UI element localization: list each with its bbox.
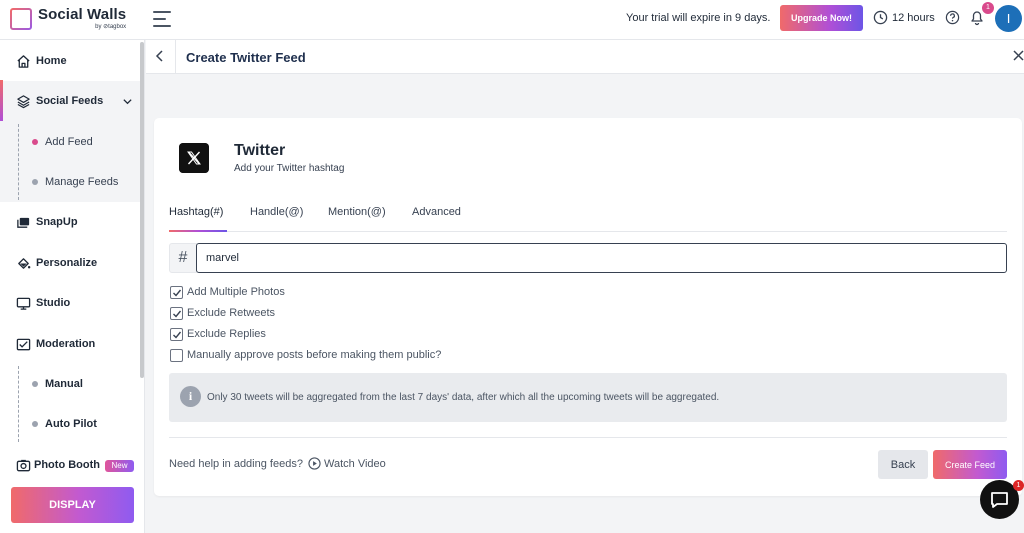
hashtag-input[interactable]	[196, 243, 1007, 273]
platform-subtitle: Add your Twitter hashtag	[234, 163, 345, 174]
home-icon	[17, 54, 30, 68]
app-name: Social Walls	[38, 6, 127, 23]
play-circle-icon[interactable]	[308, 457, 321, 470]
chevron-left-icon[interactable]	[153, 49, 167, 63]
checkbox-label: Manually approve posts before making the…	[187, 349, 442, 361]
sidebar-item-personalize[interactable]: Personalize	[0, 243, 140, 283]
page-title: Create Twitter Feed	[186, 50, 306, 65]
checkbox-exclude-replies[interactable]	[170, 328, 183, 341]
tab-advanced[interactable]: Advanced	[412, 206, 461, 218]
tabs-divider	[169, 231, 1007, 232]
checkbox-label: Add Multiple Photos	[187, 286, 285, 298]
platform-name: Twitter	[234, 142, 286, 159]
sidebar-item-label: Add Feed	[45, 136, 93, 148]
menu-toggle-icon[interactable]	[153, 9, 173, 29]
chevron-down-icon	[123, 98, 132, 104]
sidebar-item-add-feed[interactable]: Add Feed	[0, 122, 140, 162]
checkmark-icon	[173, 289, 182, 297]
display-button[interactable]: DISPLAY	[11, 487, 134, 523]
monitor-icon	[16, 297, 31, 310]
hash-prefix: #	[169, 243, 197, 273]
checkmark-icon	[173, 310, 182, 318]
clock-icon	[873, 10, 888, 25]
tab-handle[interactable]: Handle(@)	[250, 206, 303, 218]
hours-remaining: 12 hours	[892, 12, 935, 24]
checkbox-manual-approve[interactable]	[170, 349, 183, 362]
upgrade-button[interactable]: Upgrade Now!	[780, 5, 863, 31]
sidebar-item-home[interactable]: Home	[0, 41, 140, 81]
watch-video-link[interactable]: Watch Video	[324, 458, 386, 470]
sidebar-item-label: Auto Pilot	[45, 418, 97, 430]
active-tab-underline	[169, 230, 227, 232]
sidebar-item-label: Manual	[45, 378, 83, 390]
sidebar-item-auto-pilot[interactable]: Auto Pilot	[0, 404, 140, 444]
info-note-text: Only 30 tweets will be aggregated from t…	[207, 392, 720, 403]
help-text: Need help in adding feeds?	[169, 458, 303, 470]
tab-mention[interactable]: Mention(@)	[328, 206, 386, 218]
dot-icon	[32, 381, 38, 387]
sidebar-item-label: Photo Booth	[34, 459, 100, 471]
dot-icon	[32, 421, 38, 427]
sidebar-item-studio[interactable]: Studio	[0, 283, 140, 323]
sidebar-item-label: Personalize	[36, 257, 98, 269]
sidebar-item-social-feeds[interactable]: Social Feeds	[0, 81, 140, 121]
feed-form-card	[154, 118, 1022, 496]
sidebar-item-manual[interactable]: Manual	[0, 364, 140, 404]
active-dot-icon	[32, 139, 38, 145]
sidebar-scrollbar[interactable]	[140, 42, 144, 378]
social-walls-logo-icon	[10, 8, 32, 30]
sidebar-item-label: Home	[36, 55, 67, 67]
camera-icon	[16, 459, 31, 471]
close-icon[interactable]	[1013, 50, 1024, 61]
sidebar-item-label: SnapUp	[36, 216, 78, 228]
create-feed-button[interactable]: Create Feed	[933, 450, 1007, 479]
back-button[interactable]: Back	[878, 450, 928, 479]
checkmark-icon	[173, 331, 182, 339]
sidebar-item-label: Manage Feeds	[45, 176, 119, 188]
active-indicator	[0, 80, 3, 121]
x-twitter-icon	[179, 143, 209, 173]
new-badge: New	[105, 460, 134, 472]
tab-hashtag[interactable]: Hashtag(#)	[169, 206, 223, 218]
trial-notice: Your trial will expire in 9 days.	[626, 12, 771, 24]
avatar[interactable]: I	[995, 5, 1022, 32]
info-icon: i	[180, 386, 201, 407]
checkbox-label: Exclude Replies	[187, 328, 266, 340]
checkbox-exclude-retweets[interactable]	[170, 307, 183, 320]
dot-icon	[32, 179, 38, 185]
checkbox-label: Exclude Retweets	[187, 307, 276, 319]
paint-bucket-icon	[18, 257, 31, 269]
moderation-icon	[16, 338, 31, 350]
sidebar-item-manage-feeds[interactable]: Manage Feeds	[0, 162, 140, 202]
sidebar-item-label: Social Feeds	[36, 95, 104, 107]
sidebar-item-moderation[interactable]: Moderation	[0, 324, 140, 364]
checkbox-add-multiple-photos[interactable]	[170, 286, 183, 299]
header-divider	[175, 40, 176, 74]
sidebar-item-snapup[interactable]: SnapUp	[0, 202, 140, 242]
sidebar-item-label: Studio	[36, 297, 71, 309]
footer-divider	[169, 437, 1007, 438]
help-icon[interactable]	[945, 10, 960, 25]
notification-badge: 1	[982, 2, 994, 14]
photos-icon	[17, 217, 30, 228]
app-logo[interactable]: Social Walls by ⊘tagbox	[10, 6, 126, 31]
chat-badge: 1	[1013, 480, 1024, 491]
layers-icon	[17, 94, 30, 108]
sidebar-item-label: Moderation	[36, 338, 96, 350]
app-byline: by ⊘tagbox	[95, 24, 127, 30]
